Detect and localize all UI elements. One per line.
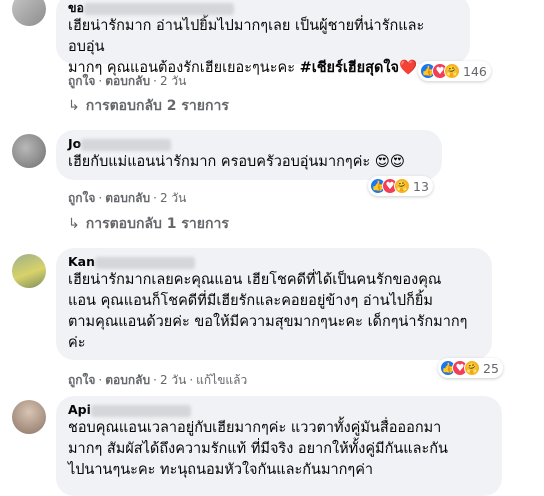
reaction-count: 25 <box>483 360 499 376</box>
comment-4: Api ชอบคุณแอนเวลาอยู่กับเฮียมากๆค่ะ แววต… <box>0 394 544 496</box>
like-button[interactable]: ถูกใจ <box>68 74 95 88</box>
timestamp[interactable]: 2 วัน <box>160 373 186 387</box>
care-icon: 🤗 <box>394 178 410 194</box>
comment-text: ชอบคุณแอนเวลาอยู่กับเฮียมากๆค่ะ แววตาทั้… <box>68 420 448 478</box>
comment-text: เฮียน่ารักมากเลยคะคุณแอน เฮียโชคดีที่ได้… <box>68 272 468 351</box>
like-button[interactable]: ถูกใจ <box>68 373 95 387</box>
comment-text: เฮียน่ารักมาก อ่านไปยิ้มไปมากๆเลย เป็นผู… <box>68 18 425 76</box>
avatar[interactable] <box>12 134 46 168</box>
comment-2: Jo เฮียกับแม่แอนน่ารักมาก ครอบครัวอบอุ่น… <box>0 128 544 238</box>
comment-author[interactable]: Kan <box>68 254 480 270</box>
reaction-summary[interactable]: 👍 ♥ 🤗 25 <box>438 358 503 378</box>
reply-arrow-icon: ↳ <box>68 98 80 114</box>
reaction-count: 146 <box>463 63 487 79</box>
comment-actions: ถูกใจ · ตอบกลับ · 2 วัน <box>68 74 187 88</box>
avatar[interactable] <box>12 0 46 26</box>
comment-author[interactable]: Jo <box>68 136 430 152</box>
comment-text: เฮียกับแม่แอนน่ารักมาก ครอบครัวอบอุ่นมาก… <box>68 154 406 170</box>
reaction-summary[interactable]: 👍 ♥ 🤗 13 <box>368 176 433 196</box>
comment-author[interactable]: ขอ <box>68 0 458 16</box>
comment-bubble: Kan เฮียน่ารักมากเลยคะคุณแอน เฮียโชคดีที… <box>56 248 492 360</box>
hashtag-link[interactable]: #เชียร์เฮียสุดใจ <box>300 60 399 76</box>
comment-actions: ถูกใจ · ตอบกลับ · 2 วัน <box>68 191 187 205</box>
timestamp[interactable]: 2 วัน <box>160 74 186 88</box>
reaction-summary[interactable]: 👍 ♥ 🤗 146 <box>418 61 491 81</box>
reply-arrow-icon: ↳ <box>68 216 80 232</box>
view-replies-link[interactable]: ↳ การตอบกลับ 1 รายการ <box>68 214 229 234</box>
avatar[interactable] <box>12 400 46 434</box>
comment-bubble: ขอ เฮียน่ารักมาก อ่านไปยิ้มไปมากๆเลย เป็… <box>56 0 470 76</box>
view-replies-link[interactable]: ↳ การตอบกลับ 2 รายการ <box>68 96 229 116</box>
care-icon: 🤗 <box>464 360 480 376</box>
timestamp[interactable]: 2 วัน <box>160 191 186 205</box>
reaction-count: 13 <box>413 178 429 194</box>
care-icon: 🤗 <box>444 63 460 79</box>
comment-actions: ถูกใจ · ตอบกลับ · 2 วัน · แก้ไขแล้ว <box>68 373 248 387</box>
reply-button[interactable]: ตอบกลับ <box>105 74 150 88</box>
heart-emoji: ❤️ <box>399 60 418 76</box>
comment-3: Kan เฮียน่ารักมากเลยคะคุณแอน เฮียโชคดีที… <box>0 246 544 387</box>
comment-1: ขอ เฮียน่ารักมาก อ่านไปยิ้มไปมากๆเลย เป็… <box>0 0 544 120</box>
comment-author[interactable]: Api <box>68 402 490 418</box>
avatar[interactable] <box>12 254 46 288</box>
reply-button[interactable]: ตอบกลับ <box>105 191 150 205</box>
like-button[interactable]: ถูกใจ <box>68 191 95 205</box>
comment-bubble: Api ชอบคุณแอนเวลาอยู่กับเฮียมากๆค่ะ แววต… <box>56 396 502 496</box>
comment-bubble: Jo เฮียกับแม่แอนน่ารักมาก ครอบครัวอบอุ่น… <box>56 130 442 180</box>
reply-button[interactable]: ตอบกลับ <box>105 373 150 387</box>
edited-label[interactable]: แก้ไขแล้ว <box>196 373 247 387</box>
